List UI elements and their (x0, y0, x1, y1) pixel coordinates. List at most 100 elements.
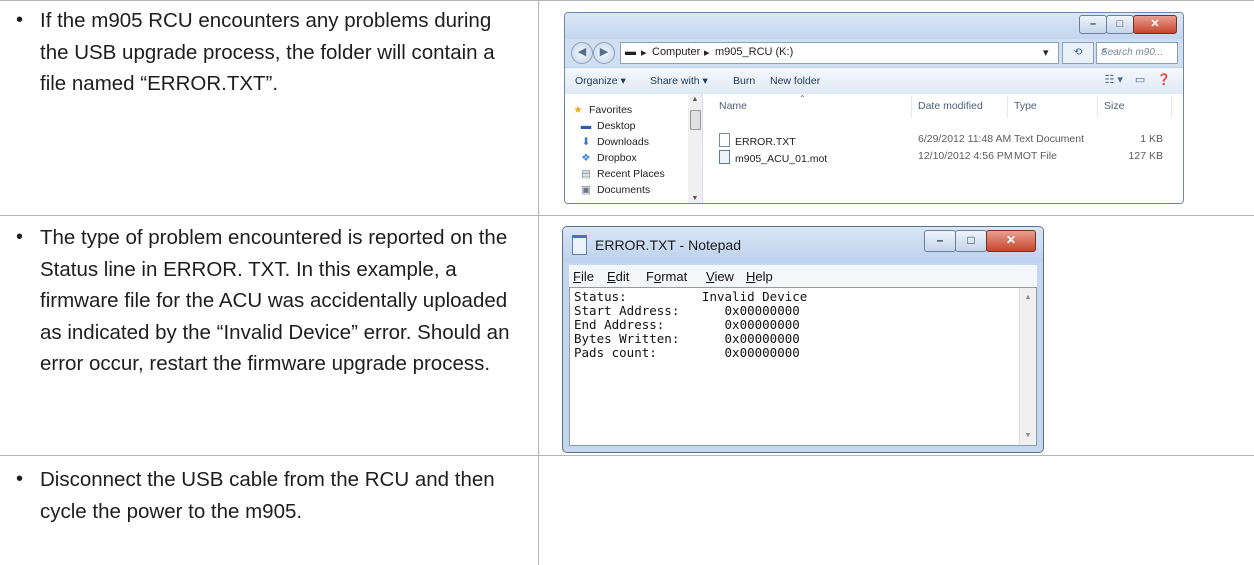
scroll-thumb[interactable] (690, 110, 701, 130)
notepad-titlebar: ERROR.TXT - Notepad – □ ✕ (563, 227, 1043, 263)
column-separator (1171, 96, 1172, 118)
column-separator (1007, 96, 1008, 118)
notepad-icon (572, 235, 587, 255)
refresh-icon: ⟲ (1073, 47, 1083, 58)
documents-icon: ▣ (581, 184, 591, 196)
recent-places-icon: ▤ (581, 168, 591, 180)
menu-file[interactable]: File (573, 269, 594, 284)
instruction-item: • The type of problem encountered is rep… (16, 222, 510, 380)
instruction-row: • The type of problem encountered is rep… (0, 215, 1254, 455)
close-button[interactable]: ✕ (986, 230, 1036, 252)
new-folder-button[interactable]: New folder (770, 75, 820, 87)
navigation-pane: ★ Favorites ▬ Desktop ⬇ Downloads ❖ Dropbox … (565, 94, 689, 203)
file-list: Name ⌃ Date modified Type Size ERROR.TXT… (703, 94, 1183, 203)
column-separator (1097, 96, 1098, 118)
text-line: Start Address: 0x00000000 (574, 303, 800, 318)
refresh-button[interactable]: ⟲ (1062, 42, 1094, 64)
text-line: End Address: 0x00000000 (574, 317, 800, 332)
bullet-icon: • (16, 226, 24, 248)
nav-item-desktop[interactable]: ▬ Desktop (579, 120, 636, 132)
address-row: ◀ ▶ ▬ ▸ Computer ▸ m905_RCU (K:) ▾ ⟲ Sea… (565, 41, 1183, 65)
preview-pane-icon[interactable]: ▭ (1135, 73, 1145, 86)
instruction-text: If the m905 RCU encounters any problems … (40, 9, 495, 95)
desktop-icon: ▬ (580, 120, 592, 132)
breadcrumb-computer[interactable]: Computer (652, 46, 700, 58)
dropbox-icon: ❖ (581, 152, 591, 164)
nav-item-favorites[interactable]: ★ Favorites (571, 104, 632, 116)
breadcrumb-separator-icon: ▸ (641, 47, 647, 59)
instruction-item: • Disconnect the USB cable from the RCU … (16, 464, 510, 527)
window-title: ERROR.TXT - Notepad (595, 237, 742, 253)
nav-scrollbar[interactable]: ▲ ▼ (688, 94, 703, 203)
change-view-icon[interactable]: ☷ ▾ (1104, 73, 1122, 86)
nav-item-documents[interactable]: ▣ Documents (579, 184, 650, 196)
text-line: Status: Invalid Device (574, 289, 808, 304)
help-icon[interactable]: ❓ (1157, 73, 1171, 86)
nav-item-recent-places[interactable]: ▤ Recent Places (579, 168, 665, 180)
file-date: 12/10/2012 4:56 PM (918, 150, 1013, 162)
notepad-window: ERROR.TXT - Notepad – □ ✕ File Edit Form… (562, 226, 1044, 453)
bullet-icon: • (16, 9, 24, 31)
burn-button[interactable]: Burn (733, 75, 755, 87)
scroll-down-icon[interactable]: ▼ (1020, 432, 1036, 439)
file-row[interactable]: m905_ACU_01.mot 12/10/2012 4:56 PM MOT F… (703, 147, 1183, 165)
sort-arrow-icon: ⌃ (799, 94, 806, 103)
search-icon: ⌕ (1101, 45, 1108, 57)
notepad-scrollbar[interactable]: ▲ ▼ (1019, 288, 1036, 445)
notepad-text-area[interactable]: Status: Invalid Device Start Address: 0x… (569, 287, 1037, 446)
breadcrumb-drive[interactable]: m905_RCU (K:) (715, 46, 793, 58)
menu-edit[interactable]: Edit (607, 269, 629, 284)
command-bar: Organize ▾ Share with ▾ Burn New folder … (565, 67, 1183, 95)
instruction-text: The type of problem encountered is repor… (40, 226, 510, 375)
explorer-window: – □ ✕ ◀ ▶ ▬ ▸ Computer ▸ m905_RCU (K:) ▾… (564, 12, 1184, 204)
instruction-row: • If the m905 RCU encounters any problem… (0, 0, 1254, 215)
scroll-up-icon[interactable]: ▲ (688, 96, 702, 103)
organize-button[interactable]: Organize ▾ (575, 75, 626, 87)
file-row[interactable]: ERROR.TXT 6/29/2012 11:48 AM Text Docume… (703, 130, 1183, 148)
file-type: Text Document (1014, 133, 1085, 145)
menu-format[interactable]: Format (646, 269, 687, 284)
breadcrumb-separator-icon: ▸ (704, 47, 710, 59)
maximize-button[interactable]: □ (955, 230, 987, 252)
column-header-size[interactable]: Size (1104, 100, 1124, 112)
file-size: 127 KB (1128, 150, 1163, 162)
file-name: m905_ACU_01.mot (735, 153, 828, 165)
forward-arrow-icon: ▶ (599, 46, 609, 58)
back-button[interactable]: ◀ (571, 42, 593, 64)
text-line: Bytes Written: 0x00000000 (574, 331, 800, 346)
nav-item-downloads[interactable]: ⬇ Downloads (579, 136, 649, 148)
maximize-button[interactable]: □ (1106, 15, 1134, 34)
drive-icon: ▬ (625, 46, 636, 58)
menu-help[interactable]: Help (746, 269, 773, 284)
dropdown-arrow-icon[interactable]: ▾ (1043, 46, 1049, 59)
menu-view[interactable]: View (706, 269, 734, 284)
column-header-date[interactable]: Date modified (918, 100, 983, 112)
column-header-type[interactable]: Type (1014, 100, 1037, 112)
maximize-icon: □ (967, 233, 975, 247)
nav-item-dropbox[interactable]: ❖ Dropbox (579, 152, 636, 164)
instruction-item: • If the m905 RCU encounters any problem… (16, 5, 510, 100)
minimize-button[interactable]: – (1079, 15, 1107, 34)
scroll-down-icon[interactable]: ▼ (688, 195, 702, 202)
close-icon: ✕ (1005, 233, 1017, 247)
column-header-name[interactable]: Name (719, 100, 747, 112)
close-button[interactable]: ✕ (1133, 15, 1177, 34)
downloads-icon: ⬇ (581, 136, 591, 148)
maximize-icon: □ (1116, 18, 1124, 30)
menu-bar: File Edit Format View Help (569, 265, 1037, 287)
forward-button[interactable]: ▶ (593, 42, 615, 64)
explorer-titlebar: – □ ✕ (565, 13, 1183, 39)
search-input[interactable]: Search m90... ⌕ (1096, 42, 1178, 64)
instruction-row: • Disconnect the USB cable from the RCU … (0, 455, 1254, 565)
minimize-button[interactable]: – (924, 230, 956, 252)
bullet-icon: • (16, 468, 24, 490)
minimize-icon: – (1089, 18, 1097, 30)
scroll-up-icon[interactable]: ▲ (1020, 294, 1036, 301)
file-date: 6/29/2012 11:48 AM (918, 133, 1012, 145)
file-type: MOT File (1014, 150, 1057, 162)
share-with-button[interactable]: Share with ▾ (650, 75, 708, 87)
text-file-icon (719, 133, 730, 147)
text-line: Pads count: 0x00000000 (574, 345, 800, 360)
star-icon: ★ (573, 104, 583, 116)
address-bar[interactable]: ▬ ▸ Computer ▸ m905_RCU (K:) ▾ (620, 42, 1059, 64)
